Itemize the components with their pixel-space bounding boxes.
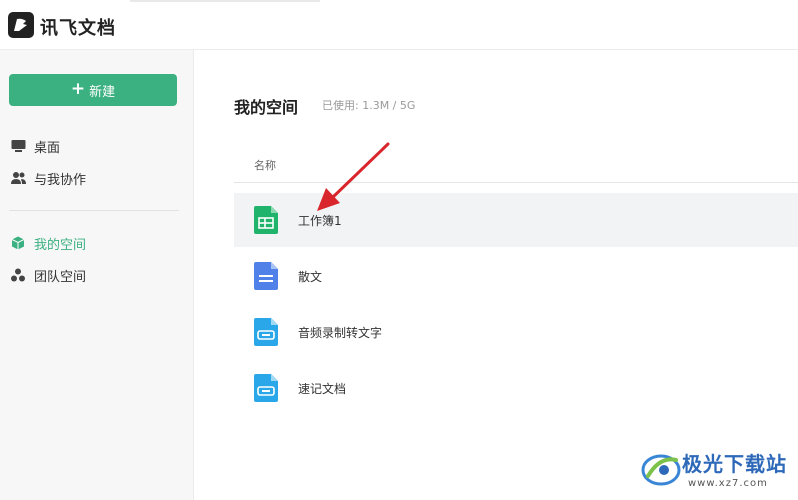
- main-content: 我的空间 已使用: 1.3M / 5G 名称 工作簿1 散文 音频录制转文字 速…: [195, 50, 798, 500]
- audio-transcript-icon: [254, 318, 278, 346]
- cube-icon: [10, 235, 26, 251]
- app-title: 讯飞文档: [40, 18, 116, 39]
- file-row[interactable]: 速记文档: [234, 361, 798, 415]
- loading-indicator: [130, 0, 320, 2]
- sidebar: + 新建 桌面 与我协作 我的空间 团队空间: [0, 50, 194, 500]
- file-name: 散文: [298, 269, 323, 284]
- new-button[interactable]: + 新建: [9, 74, 177, 106]
- sidebar-item-desktop[interactable]: 桌面: [10, 135, 60, 157]
- users-icon: [10, 170, 26, 186]
- sidebar-item-team-space[interactable]: 团队空间: [10, 264, 86, 286]
- sidebar-item-label: 团队空间: [34, 269, 87, 285]
- sidebar-item-label: 我的空间: [34, 237, 87, 253]
- header-divider: [234, 182, 798, 183]
- file-name: 速记文档: [298, 381, 347, 396]
- top-bar: 讯飞文档: [0, 0, 798, 50]
- storage-usage: 已使用: 1.3M / 5G: [322, 99, 416, 112]
- sidebar-item-label: 桌面: [34, 140, 61, 156]
- file-row[interactable]: 音频录制转文字: [234, 305, 798, 359]
- sidebar-item-shared[interactable]: 与我协作: [10, 167, 86, 189]
- new-button-label: 新建: [89, 84, 116, 100]
- page-title: 我的空间: [234, 98, 299, 117]
- watermark: 极光下载站 www.xz7.com: [640, 446, 795, 496]
- team-icon: [10, 267, 26, 283]
- app-logo-icon[interactable]: [8, 12, 34, 38]
- file-row[interactable]: 散文: [234, 249, 798, 303]
- sidebar-item-label: 与我协作: [34, 172, 87, 188]
- file-row[interactable]: 工作簿1: [234, 193, 798, 247]
- shorthand-icon: [254, 374, 278, 402]
- file-name: 工作簿1: [298, 213, 342, 228]
- watermark-logo-icon: [641, 454, 681, 486]
- column-header-name[interactable]: 名称: [254, 157, 276, 173]
- spreadsheet-icon: [254, 206, 278, 234]
- watermark-name: 极光下载站: [682, 452, 787, 476]
- desktop-icon: [10, 138, 26, 154]
- plus-icon: +: [70, 79, 86, 99]
- document-icon: [254, 262, 278, 290]
- sidebar-divider: [9, 210, 179, 211]
- watermark-url: www.xz7.com: [688, 478, 768, 489]
- sidebar-item-my-space[interactable]: 我的空间: [10, 232, 86, 254]
- file-name: 音频录制转文字: [298, 325, 383, 340]
